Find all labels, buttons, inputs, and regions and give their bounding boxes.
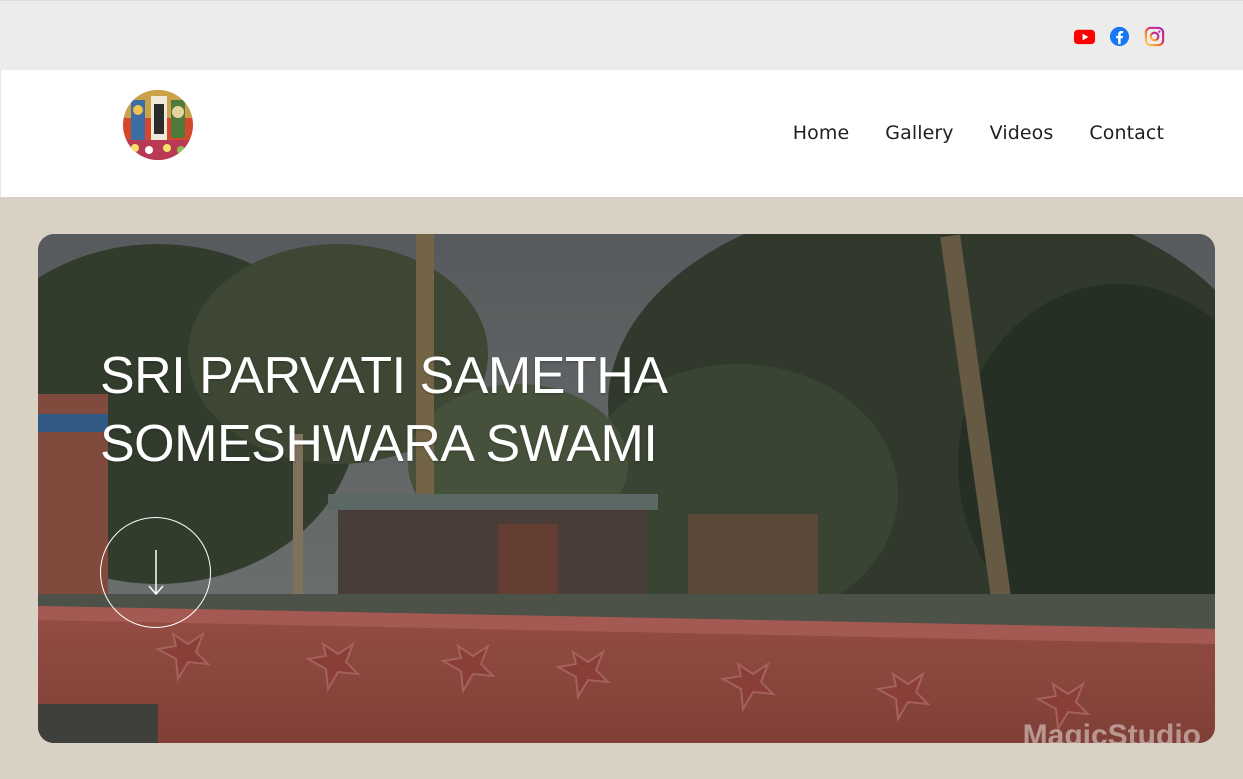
- arrow-down-icon: [148, 550, 164, 596]
- youtube-icon: [1073, 29, 1096, 45]
- image-watermark: MagicStudio: [1022, 719, 1201, 743]
- social-links: [1073, 25, 1166, 48]
- youtube-link[interactable]: [1073, 25, 1096, 48]
- hero-title-line1: SRI PARVATI SAMETHA: [100, 347, 668, 405]
- temple-deity-logo-icon: [123, 90, 193, 160]
- nav-home[interactable]: Home: [793, 122, 850, 144]
- hero-title: SRI PARVATI SAMETHA SOMESHWARA SWAMI: [100, 342, 668, 478]
- top-bar: [0, 0, 1243, 70]
- instagram-link[interactable]: [1143, 25, 1166, 48]
- nav-contact[interactable]: Contact: [1089, 122, 1164, 144]
- scroll-down-button[interactable]: [100, 517, 211, 628]
- instagram-icon: [1144, 26, 1165, 47]
- hero-title-line2: SOMESHWARA SWAMI: [100, 415, 658, 473]
- main-nav: Home Gallery Videos Contact: [793, 122, 1164, 144]
- facebook-icon: [1109, 26, 1130, 47]
- site-logo[interactable]: [123, 90, 193, 160]
- nav-videos[interactable]: Videos: [990, 122, 1054, 144]
- temple-background-image: [38, 234, 1215, 743]
- site-header: Home Gallery Videos Contact: [0, 70, 1243, 197]
- hero-banner: SRI PARVATI SAMETHA SOMESHWARA SWAMI Mag…: [38, 234, 1215, 743]
- nav-gallery[interactable]: Gallery: [885, 122, 953, 144]
- facebook-link[interactable]: [1108, 25, 1131, 48]
